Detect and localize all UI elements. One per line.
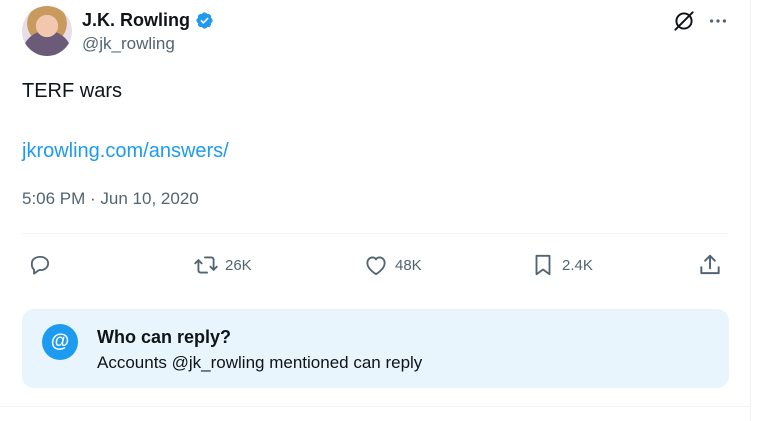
share-button[interactable]: [697, 251, 723, 279]
share-icon: [700, 254, 720, 275]
author-handle[interactable]: @jk_rowling: [82, 34, 175, 54]
repost-count: 26K: [225, 256, 252, 274]
bookmark-count: 2.4K: [562, 256, 593, 274]
bookmark-button[interactable]: 2.4K: [530, 251, 593, 279]
reply-icon: [30, 255, 50, 275]
like-count: 48K: [395, 256, 422, 274]
reply-restriction-panel: @ Who can reply? Accounts @jk_rowling me…: [22, 309, 729, 388]
more-options-icon[interactable]: [707, 10, 729, 32]
reply-restriction-subtitle: Accounts @jk_rowling mentioned can reply: [97, 353, 423, 372]
tweet-text: TERF wars: [22, 80, 122, 102]
bookmark-icon: [535, 254, 551, 276]
author-name[interactable]: J.K. Rowling: [82, 10, 190, 31]
mention-icon: @: [42, 324, 78, 360]
bottom-divider: [0, 406, 750, 407]
avatar[interactable]: [22, 6, 72, 56]
tweet-detail: J.K. Rowling @jk_rowling TERF wars jkrow…: [0, 0, 751, 421]
verified-badge-icon: [196, 11, 213, 29]
divider: [22, 233, 728, 234]
repost-button[interactable]: 26K: [193, 251, 252, 279]
reply-button[interactable]: [27, 251, 59, 279]
like-button[interactable]: 48K: [363, 251, 422, 279]
repost-icon: [194, 256, 218, 274]
tweet-timestamp[interactable]: 5:06 PM · Jun 10, 2020: [22, 189, 199, 209]
tweet-link[interactable]: jkrowling.com/answers/: [22, 139, 229, 163]
grok-icon[interactable]: [671, 8, 697, 34]
author-name-row[interactable]: J.K. Rowling: [82, 9, 214, 31]
reply-restriction-title: Who can reply?: [97, 327, 232, 347]
heart-icon: [366, 256, 386, 276]
